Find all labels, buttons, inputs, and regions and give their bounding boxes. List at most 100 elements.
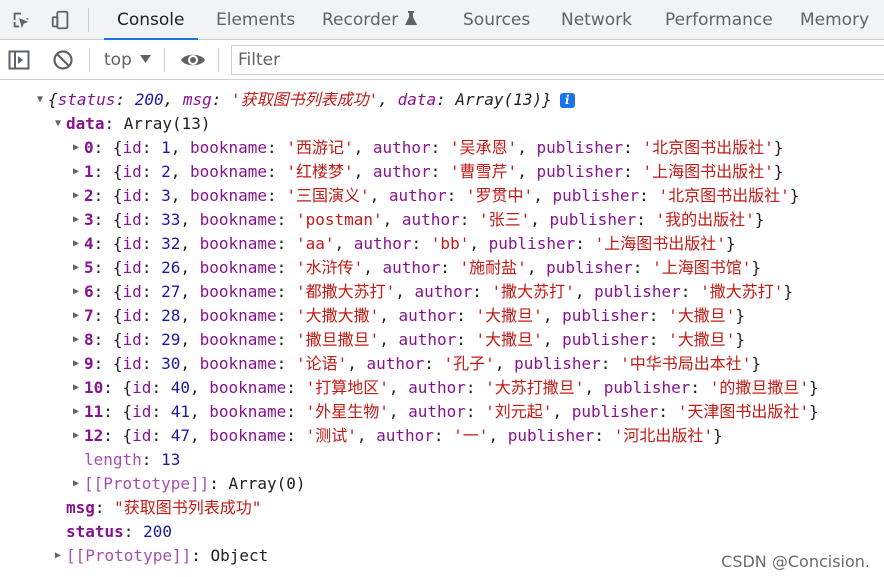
filter-input[interactable] <box>231 45 884 75</box>
comma: , <box>574 282 595 301</box>
collapsed-triangle-icon[interactable]: ▶ <box>70 472 82 496</box>
prop-key: author <box>408 378 466 397</box>
expanded-triangle-icon[interactable]: ▼ <box>52 112 64 136</box>
book-row[interactable]: ▶ 6: {id: 27, bookname: '都撒大苏打', author: … <box>70 280 793 304</box>
device-toolbar-icon[interactable] <box>49 8 73 32</box>
tab-elements[interactable]: Elements <box>216 0 295 40</box>
colon: : <box>446 186 466 205</box>
info-icon[interactable]: i <box>559 93 575 108</box>
array-index: 1 <box>84 162 94 181</box>
book-row[interactable]: ▶ 2: {id: 3, bookname: '三国演义', author: '罗… <box>70 184 799 208</box>
tab-memory[interactable]: Memory <box>800 0 869 40</box>
collapsed-triangle-icon[interactable]: ▶ <box>70 304 82 328</box>
prop-value: '大撒旦' <box>475 330 543 349</box>
prop-value: 200 <box>134 90 164 109</box>
prop-key: author <box>398 330 457 349</box>
book-row[interactable]: ▶ 1: {id: 2, bookname: '红楼梦', author: '曹雪… <box>70 160 783 184</box>
collapsed-triangle-icon[interactable]: ▶ <box>52 544 64 568</box>
book-row[interactable]: ▶ 12: {id: 47, bookname: '测试', author: '一… <box>70 424 723 448</box>
tab-separator <box>88 8 89 32</box>
book-row[interactable]: ▶ 11: {id: 41, bookname: '外星生物', author: … <box>70 400 819 424</box>
tab-performance[interactable]: Performance <box>665 0 773 40</box>
book-row[interactable]: ▶ 10: {id: 40, bookname: '打算地区', author: … <box>70 376 819 400</box>
collapsed-triangle-icon[interactable]: ▶ <box>70 208 82 232</box>
prop-value: '大撒旦' <box>668 306 736 325</box>
collapsed-triangle-icon[interactable]: ▶ <box>70 184 82 208</box>
book-row[interactable]: ▶ 7: {id: 28, bookname: '大撒大撒', author: '… <box>70 304 745 328</box>
toolbar-separator <box>89 48 90 72</box>
brace: { <box>48 90 58 109</box>
prop-key: id <box>122 162 142 181</box>
book-row[interactable]: ▶ 8: {id: 29, bookname: '撒旦撒旦', author: '… <box>70 328 745 352</box>
object-summary-row[interactable]: ▼ {status: 200, msg: '获取图书列表成功', data: Ar… <box>34 88 575 112</box>
comma: , <box>353 138 373 157</box>
collapsed-triangle-icon[interactable]: ▶ <box>70 352 82 376</box>
prop-key: publisher <box>536 162 624 181</box>
comma: , <box>395 282 415 301</box>
live-expression-icon[interactable] <box>180 49 206 71</box>
array-prototype-row[interactable]: ▶ [[Prototype]]: Array(0) <box>70 472 306 496</box>
colon: : <box>123 522 144 541</box>
inspect-element-icon[interactable] <box>9 8 33 32</box>
collapsed-triangle-icon[interactable]: ▶ <box>70 424 82 448</box>
prop-value: '曹雪芹' <box>449 162 518 181</box>
tab-network[interactable]: Network <box>561 0 632 40</box>
colon: : <box>276 330 296 349</box>
collapsed-triangle-icon[interactable]: ▶ <box>70 328 82 352</box>
colon: : <box>411 234 431 253</box>
array-index: 9 <box>84 354 94 373</box>
book-row[interactable]: ▶ 3: {id: 33, bookname: 'postman', author… <box>70 208 764 232</box>
show-sidebar-icon[interactable] <box>8 49 30 71</box>
collapsed-triangle-icon[interactable]: ▶ <box>70 280 82 304</box>
context-selector[interactable]: top <box>104 40 132 80</box>
collapsed-triangle-icon[interactable]: ▶ <box>70 376 82 400</box>
collapsed-triangle-icon[interactable]: ▶ <box>70 160 82 184</box>
book-row[interactable]: ▶ 5: {id: 26, bookname: '水浒传', author: '施… <box>70 256 761 280</box>
colon: : <box>436 90 456 109</box>
prop-value: 29 <box>161 330 181 349</box>
prop-key: id <box>122 210 142 229</box>
expanded-triangle-icon[interactable]: ▼ <box>34 88 46 112</box>
colon: : { <box>93 306 123 325</box>
tab-sources[interactable]: Sources <box>463 0 530 40</box>
collapsed-triangle-icon[interactable]: ▶ <box>70 136 82 160</box>
colon: : <box>465 378 486 397</box>
collapsed-triangle-icon[interactable]: ▶ <box>70 232 82 256</box>
prop-value: 33 <box>161 210 181 229</box>
tab-console[interactable]: Console <box>104 0 198 40</box>
brace: } <box>542 90 552 109</box>
colon: : <box>623 162 643 181</box>
data-array-row[interactable]: ▼ data: Array(13) <box>52 112 211 136</box>
prop-key: publisher <box>514 354 601 373</box>
array-index: 2 <box>84 186 94 205</box>
colon: : { <box>93 258 123 277</box>
collapsed-triangle-icon[interactable]: ▶ <box>70 400 82 424</box>
colon: : { <box>103 378 133 397</box>
comma: , <box>163 90 183 109</box>
comma: , <box>363 258 383 277</box>
book-row[interactable]: ▶ 9: {id: 30, bookname: '论语', author: '孔子… <box>70 352 761 376</box>
clear-console-icon[interactable] <box>52 49 74 71</box>
prop-key: data <box>66 114 105 133</box>
prop-key: author <box>366 354 425 373</box>
prop-value: '罗贯中' <box>465 186 534 205</box>
colon: : <box>286 402 306 421</box>
prop-value: '上海图书出版社' <box>594 234 726 253</box>
colon: : <box>141 234 162 253</box>
context-label: top <box>104 50 132 70</box>
colon: : <box>440 258 460 277</box>
comma: , <box>369 186 389 205</box>
prop-key: bookname <box>189 186 268 205</box>
prop-value: '打算地区' <box>305 378 389 397</box>
book-row[interactable]: ▶ 0: {id: 1, bookname: '西游记', author: '吴承… <box>70 136 783 160</box>
tab-recorder[interactable]: Recorder <box>322 0 418 40</box>
prop-value: '中华书局出本社' <box>620 354 752 373</box>
colon: : <box>151 426 171 445</box>
object-prototype-row[interactable]: ▶ [[Prototype]]: Object <box>52 544 268 568</box>
book-row[interactable]: ▶ 4: {id: 32, bookname: 'aa', author: 'bb… <box>70 232 736 256</box>
comma: , <box>517 162 537 181</box>
collapsed-triangle-icon[interactable]: ▶ <box>70 256 82 280</box>
comma: , <box>180 282 200 301</box>
dropdown-arrow-icon[interactable] <box>140 55 151 64</box>
tab-label: Console <box>117 10 185 30</box>
